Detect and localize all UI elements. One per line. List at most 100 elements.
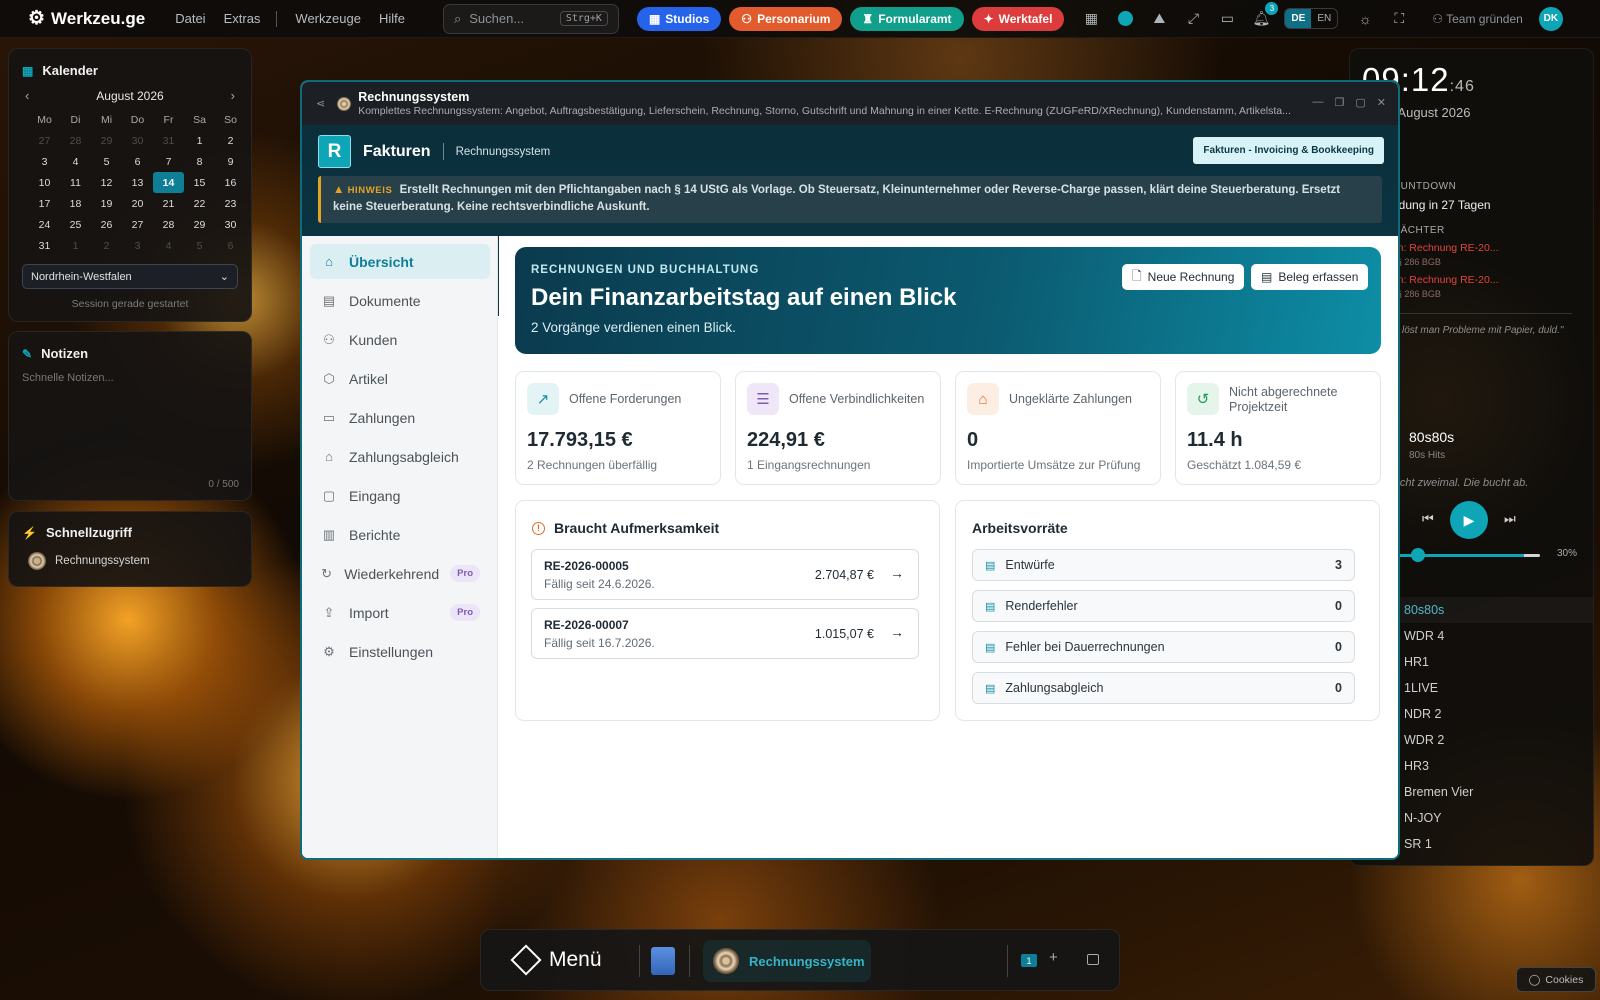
skip-back-icon[interactable]: ⏮ [1422,511,1434,527]
calendar-day[interactable]: 13 [122,172,153,193]
minimize-icon[interactable]: — [1313,96,1324,109]
chevron-right-icon[interactable]: › [231,88,235,103]
overdue-invoice-row[interactable]: RE-2026-00005 Fällig seit 24.6.2026. 2.704… [531,549,919,600]
fullscreen-icon[interactable]: ⛶ [1388,8,1410,30]
formularamt-button[interactable]: ♜ Formularamt [850,6,964,31]
calendar-day[interactable]: 7 [153,151,184,172]
language-switch[interactable]: DE EN [1284,8,1339,29]
file-cabinet-icon[interactable] [651,947,675,975]
team-button[interactable]: ⚇ Team gründen [1432,12,1523,26]
kpi-card[interactable]: ⌂ Ungeklärte Zahlungen 0 Importierte Umsätz… [955,371,1161,485]
calendar-day[interactable]: 27 [29,130,60,151]
calendar-day[interactable]: 17 [29,193,60,214]
calendar-day[interactable]: 28 [153,214,184,235]
calendar-day[interactable]: 6 [215,235,246,256]
calendar-day[interactable]: 3 [122,235,153,256]
calendar-day[interactable]: 16 [215,172,246,193]
skip-forward-icon[interactable]: ⏭ [1504,511,1516,527]
calendar-day[interactable]: 5 [91,151,122,172]
calendar-day[interactable]: 20 [122,193,153,214]
close-icon[interactable]: ✕ [1377,96,1386,109]
calendar-day[interactable]: 29 [91,130,122,151]
grid-icon[interactable]: ▦ [1080,8,1102,30]
nav-item-eingang[interactable]: ▢ Eingang [310,478,490,513]
nav-item-dokumente[interactable]: ▤ Dokumente [310,283,490,318]
start-menu-button[interactable]: Menü [510,944,602,976]
notes-input[interactable]: Schnelle Notizen... [22,372,251,384]
volume-slider[interactable] [1380,548,1540,562]
calendar-day[interactable]: 28 [60,130,91,151]
calendar-day[interactable]: 12 [91,172,122,193]
calendar-day[interactable]: 19 [91,193,122,214]
work-queue-item[interactable]: ▤ Renderfehler 0 [972,590,1355,622]
window-icon[interactable]: ▭ [1216,8,1238,30]
menu-werkzeuge[interactable]: Werkzeuge [295,11,361,26]
avatar[interactable]: DK [1538,6,1563,31]
menu-datei[interactable]: Datei [175,11,205,26]
calendar-day-today[interactable]: 14 [153,172,184,193]
nav-item-einstellungen[interactable]: ⚙ Einstellungen [310,634,490,669]
arrow-right-icon[interactable]: → [890,624,904,640]
calendar-day[interactable]: 27 [122,214,153,235]
menu-extras[interactable]: Extras [224,11,261,26]
maximize-icon[interactable]: ▢ [1355,96,1365,109]
capture-receipt-button[interactable]: ▤ Beleg erfassen [1251,264,1369,290]
sun-icon[interactable]: ☼ [1354,8,1376,30]
nav-item-übersicht[interactable]: ⌂ Übersicht [310,244,490,279]
lang-de[interactable]: DE [1285,9,1312,28]
cookies-button[interactable]: ◯ Cookies [1516,967,1596,992]
calendar-day[interactable]: 4 [60,151,91,172]
studios-button[interactable]: ▦ Studios [636,6,722,31]
werktafel-button[interactable]: ✦ Werktafel [971,6,1065,31]
nav-item-zahlungen[interactable]: ▭ Zahlungen [310,400,490,435]
nav-item-import[interactable]: ⇪ Import Pro [310,595,490,630]
work-queue-item[interactable]: ▤ Fehler bei Dauerrechnungen 0 [972,631,1355,663]
work-queue-item[interactable]: ▤ Entwürfe 3 [972,549,1355,581]
calendar-day[interactable]: 8 [184,151,215,172]
app-logo[interactable]: ⚙ Werkzeu.ge [28,7,145,30]
calendar-day[interactable]: 2 [91,235,122,256]
calendar-day[interactable]: 10 [29,172,60,193]
globe-icon[interactable] [1114,8,1136,30]
expand-icon[interactable]: ⤢ [1182,8,1204,30]
calendar-day[interactable]: 21 [153,193,184,214]
share-icon[interactable]: ⋖ [316,97,325,110]
play-button[interactable]: ▶ [1450,501,1488,539]
state-select[interactable]: Nordrhein-Westfalen ⌄ [22,264,238,289]
bell-icon[interactable]: 🔔︎ 3 [1250,1,1279,30]
new-invoice-button[interactable]: 🗋︎ Neue Rechnung [1122,264,1245,290]
calendar-day[interactable]: 29 [184,214,215,235]
personarium-button[interactable]: ⚇ Personarium [729,6,843,31]
calendar-day[interactable]: 31 [29,235,60,256]
nav-item-artikel[interactable]: ⬡ Artikel [310,361,490,396]
mountain-icon[interactable]: ⛰ [1148,8,1170,30]
calendar-day[interactable]: 4 [153,235,184,256]
calendar-day[interactable]: 6 [122,151,153,172]
kpi-card[interactable]: ☰ Offene Verbindlichkeiten 224,91 € 1 Einga… [735,371,941,485]
calendar-day[interactable]: 26 [91,214,122,235]
calendar-day[interactable]: 11 [60,172,91,193]
volume-knob[interactable] [1411,548,1426,562]
calendar-day[interactable]: 1 [184,130,215,151]
calendar-day[interactable]: 2 [215,130,246,151]
calendar-day[interactable]: 18 [60,193,91,214]
calendar-day[interactable]: 30 [122,130,153,151]
workspace-indicator[interactable]: 1 [1021,954,1037,967]
calendar-day[interactable]: 25 [60,214,91,235]
nav-item-wiederkehrend[interactable]: ↻ Wiederkehrend Pro [310,556,490,591]
brand-tag-button[interactable]: Fakturen - Invoicing & Bookkeeping [1193,137,1384,164]
calendar-day[interactable]: 1 [60,235,91,256]
chevron-left-icon[interactable]: ‹ [25,88,29,103]
taskbar-app-rechnungssystem[interactable]: Rechnungssystem [703,940,871,982]
restore-icon[interactable]: ❐ [1335,96,1345,109]
calendar-day[interactable]: 23 [215,193,246,214]
calendar-day[interactable]: 30 [215,214,246,235]
kpi-card[interactable]: ↺ Nicht abgerechnete Projektzeit 11.4 h Ges… [1175,371,1381,485]
nav-item-kunden[interactable]: ⚇ Kunden [310,322,490,357]
calendar-day[interactable]: 5 [184,235,215,256]
nav-item-berichte[interactable]: ▥ Berichte [310,517,490,552]
quickaccess-item[interactable]: Rechnungssystem [28,552,251,570]
overdue-invoice-row[interactable]: RE-2026-00007 Fällig seit 16.7.2026. 1.015… [531,608,919,659]
search-input[interactable]: ⌕ Suchen... Strg+K [442,3,619,34]
lang-en[interactable]: EN [1311,9,1337,28]
